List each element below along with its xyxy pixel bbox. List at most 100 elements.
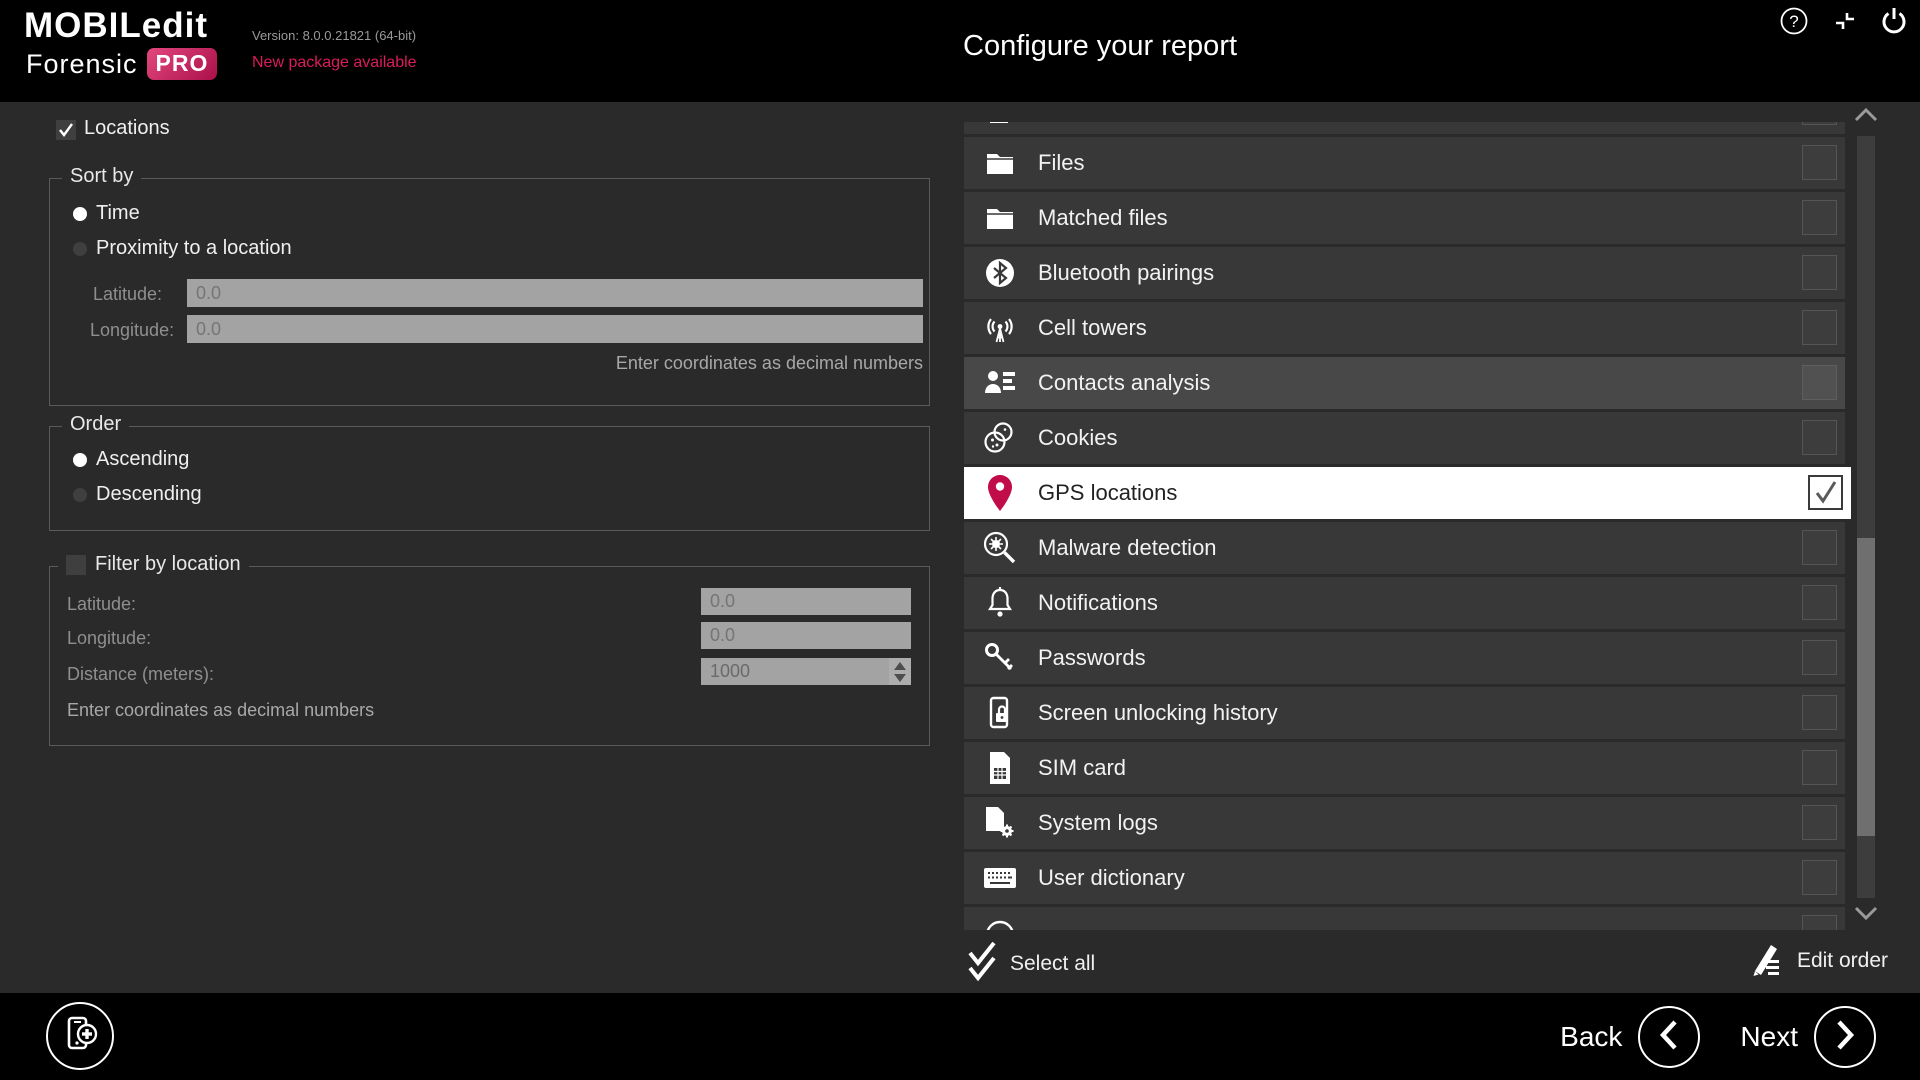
map-pin-icon <box>982 477 1018 509</box>
filter-by-location-group: Filter by location Latitude: Longitude: … <box>49 566 930 746</box>
filter-distance-input[interactable] <box>701 658 911 685</box>
report-item-checkbox[interactable] <box>1802 530 1837 565</box>
filter-by-location-checkbox[interactable] <box>66 555 86 575</box>
next-button[interactable] <box>1814 1006 1876 1068</box>
report-item-bluetooth-pairings[interactable]: Bluetooth pairings <box>964 247 1845 299</box>
sort-proximity-radio[interactable] <box>73 242 87 256</box>
scroll-down-button[interactable] <box>1851 902 1881 928</box>
filter-longitude-label: Longitude: <box>67 628 151 649</box>
report-item-label: Matched files <box>1038 192 1168 244</box>
help-button[interactable]: ? <box>1779 6 1809 39</box>
report-item-passwords[interactable]: Passwords <box>964 632 1845 684</box>
report-item-label: SIM card <box>1038 742 1126 794</box>
report-item-notifications[interactable]: Notifications <box>964 577 1845 629</box>
add-phone-button[interactable] <box>46 1002 114 1070</box>
filter-longitude-input[interactable] <box>701 622 911 649</box>
report-item-checkbox[interactable] <box>1808 475 1843 510</box>
report-item-checkbox[interactable] <box>1802 915 1837 930</box>
report-item-gps-locations[interactable]: GPS locations <box>964 467 1851 519</box>
report-item-checkbox[interactable] <box>1802 640 1837 675</box>
report-item-checkbox[interactable] <box>1802 695 1837 730</box>
sort-longitude-input[interactable] <box>187 315 923 343</box>
folder-icon <box>982 202 1018 234</box>
keyboard-icon <box>982 862 1018 894</box>
report-item-label: Cell towers <box>1038 302 1147 354</box>
filter-distance-label: Distance (meters): <box>67 664 214 685</box>
malware-scan-icon <box>982 532 1018 564</box>
sort-by-legend: Sort by <box>62 165 141 188</box>
bottom-bar: Back Next <box>0 993 1920 1080</box>
report-item-checkbox[interactable] <box>1802 805 1837 840</box>
report-item-label: Cookies <box>1038 412 1117 464</box>
power-button[interactable] <box>1878 5 1910 40</box>
update-notice[interactable]: New package available <box>252 54 417 72</box>
report-item-checkbox[interactable] <box>1802 585 1837 620</box>
report-item-cookies[interactable]: Cookies <box>964 412 1845 464</box>
report-item-checkbox[interactable] <box>1802 310 1837 345</box>
spinner-up-icon[interactable] <box>894 662 906 670</box>
report-item-user-dictionary[interactable]: User dictionary <box>964 852 1845 904</box>
next-label[interactable]: Next <box>1740 1021 1798 1053</box>
report-item-label: System logs <box>1038 797 1158 849</box>
report-item-label: User dictionary <box>1038 852 1185 904</box>
report-item-checkbox[interactable] <box>1802 860 1837 895</box>
report-item-checkbox[interactable] <box>1802 145 1837 180</box>
locations-label: Locations <box>84 117 170 140</box>
partial-row-bottom[interactable] <box>964 907 1845 930</box>
sort-time-label[interactable]: Time <box>96 202 140 225</box>
partial-row-top[interactable] <box>964 122 1845 134</box>
bell-icon <box>982 587 1018 619</box>
filter-latitude-label: Latitude: <box>67 594 136 615</box>
edit-order-icon <box>1747 940 1785 982</box>
select-all-button[interactable]: Select all <box>966 940 1095 988</box>
key-icon <box>982 642 1018 674</box>
order-ascending-radio[interactable] <box>73 453 87 467</box>
back-button[interactable] <box>1638 1006 1700 1068</box>
report-item-checkbox[interactable] <box>1802 255 1837 290</box>
chevron-down-icon <box>1852 904 1880 927</box>
locations-checkbox[interactable] <box>56 120 76 140</box>
filter-by-location-label[interactable]: Filter by location <box>95 553 241 576</box>
report-item-checkbox[interactable] <box>1802 750 1837 785</box>
report-item-checkbox[interactable] <box>1802 200 1837 235</box>
report-item-label: Bluetooth pairings <box>1038 247 1214 299</box>
cell-tower-icon <box>982 312 1018 344</box>
report-item-screen-unlocking-history[interactable]: Screen unlocking history <box>964 687 1845 739</box>
resize-window-button[interactable] <box>1832 9 1858 36</box>
report-item-sim-card[interactable]: SIM card <box>964 742 1845 794</box>
report-item-label: GPS locations <box>1038 467 1177 519</box>
scrollbar-thumb[interactable] <box>1857 538 1875 836</box>
chevron-up-icon <box>1852 106 1880 129</box>
page-title: Configure your report <box>963 30 1237 63</box>
report-item-matched-files[interactable]: Matched files <box>964 192 1845 244</box>
chevron-right-icon <box>1832 1018 1858 1057</box>
report-item-label: Contacts analysis <box>1038 357 1210 409</box>
report-items-list: FilesMatched filesBluetooth pairingsCell… <box>964 122 1854 930</box>
sort-time-radio[interactable] <box>73 207 87 221</box>
distance-spinner[interactable] <box>889 658 911 685</box>
order-ascending-label[interactable]: Ascending <box>96 448 189 471</box>
sort-proximity-label[interactable]: Proximity to a location <box>96 237 292 260</box>
report-item-checkbox[interactable] <box>1802 420 1837 455</box>
report-item-checkbox[interactable] <box>1802 122 1837 125</box>
back-label[interactable]: Back <box>1560 1021 1622 1053</box>
content-area: Locations Sort by Time Proximity to a lo… <box>0 102 1920 993</box>
report-item-checkbox[interactable] <box>1802 365 1837 400</box>
order-descending-label[interactable]: Descending <box>96 483 202 506</box>
report-item-system-logs[interactable]: System logs <box>964 797 1845 849</box>
edit-order-button[interactable]: Edit order <box>1747 940 1888 982</box>
report-item-cell-towers[interactable]: Cell towers <box>964 302 1845 354</box>
scrollbar-track[interactable] <box>1857 136 1875 898</box>
help-icon: ? <box>1779 24 1809 39</box>
power-icon <box>1878 25 1910 40</box>
app-logo-title: MOBILedit <box>24 6 208 46</box>
filter-latitude-input[interactable] <box>701 588 911 615</box>
report-item-files[interactable]: Files <box>964 137 1845 189</box>
chevron-left-icon <box>1656 1018 1682 1057</box>
report-item-malware-detection[interactable]: Malware detection <box>964 522 1845 574</box>
order-descending-radio[interactable] <box>73 488 87 502</box>
scroll-up-button[interactable] <box>1851 104 1881 130</box>
sort-latitude-input[interactable] <box>187 279 923 307</box>
report-item-contacts-analysis[interactable]: Contacts analysis <box>964 357 1845 409</box>
spinner-down-icon[interactable] <box>894 674 906 682</box>
